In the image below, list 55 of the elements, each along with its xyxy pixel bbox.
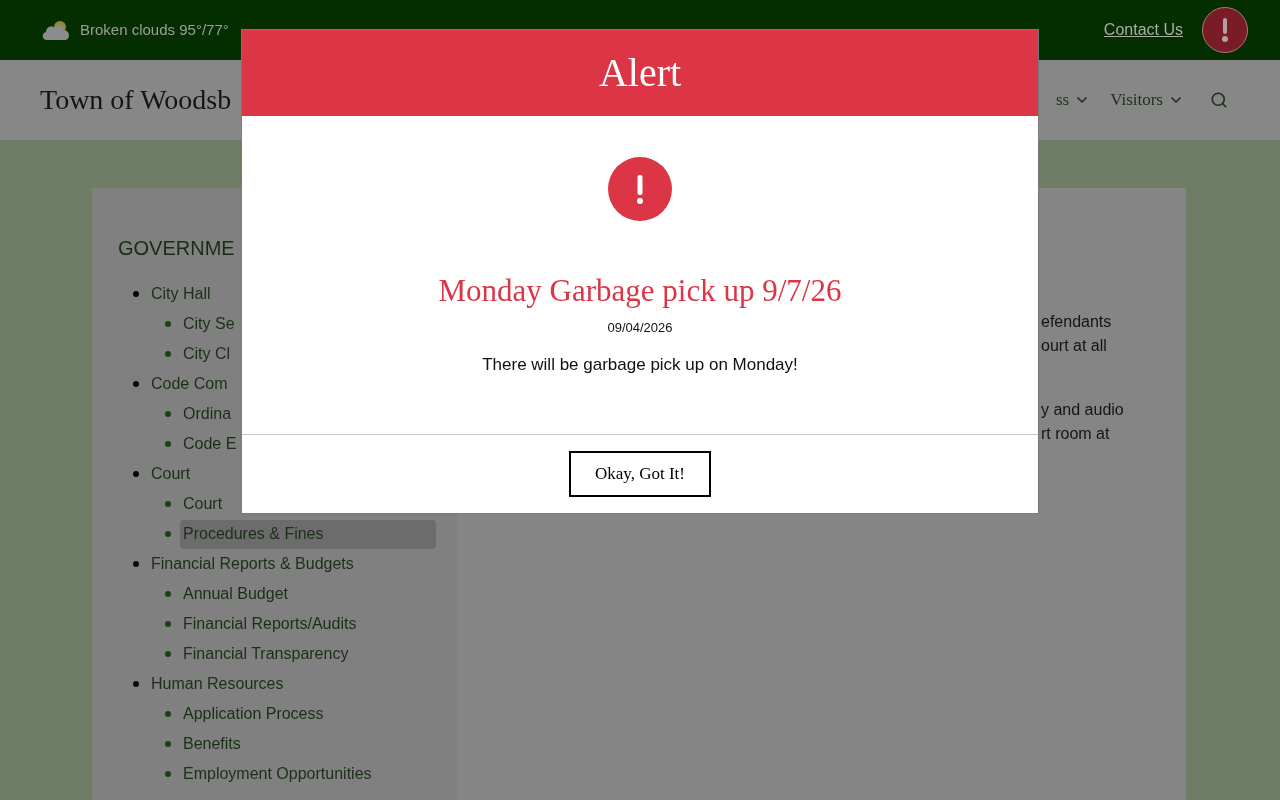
nav-link[interactable]: ss (1055, 87, 1091, 113)
bullet-icon (165, 591, 171, 597)
sidebar-link[interactable]: Code Com (148, 369, 231, 399)
bullet-icon (165, 651, 171, 657)
bullet-icon (165, 501, 171, 507)
bullet-icon (133, 381, 139, 387)
sidebar-link[interactable]: Code E (180, 429, 240, 459)
bullet-icon (165, 771, 171, 777)
exclamation-circle-icon (608, 157, 672, 221)
bullet-icon (165, 621, 171, 627)
search-icon (1210, 91, 1228, 109)
sidebar-link[interactable]: Employment Opportunities (180, 759, 375, 789)
alert-heading: Monday Garbage pick up 9/7/26 (438, 273, 842, 309)
sidebar-link[interactable]: Procedures & Fines (180, 519, 436, 549)
sidebar-link[interactable]: Financial Reports/Audits (180, 609, 360, 639)
paragraph-line: rt room at (1041, 424, 1110, 444)
okay-button[interactable]: Okay, Got It! (569, 451, 711, 497)
sidebar-link[interactable]: Financial Reports & Budgets (148, 549, 357, 579)
weather-text: Broken clouds 95°/77° (80, 20, 229, 40)
sidebar-link[interactable]: City Cl (180, 339, 234, 369)
sidebar-link[interactable]: Court (148, 459, 194, 489)
sidebar-link[interactable]: Financial Transparency (180, 639, 352, 669)
exclamation-icon (1222, 18, 1228, 42)
alert-date: 09/04/2026 (607, 319, 673, 337)
bullet-icon (133, 471, 139, 477)
bullet-icon (133, 561, 139, 567)
paragraph-line: ourt at all (1041, 336, 1107, 356)
paragraph-line: y and audio (1041, 400, 1124, 420)
sidebar-link[interactable]: City Hall (148, 279, 214, 309)
sidebar-link[interactable]: Ordina (180, 399, 235, 429)
bullet-icon (165, 741, 171, 747)
bullet-icon (165, 441, 171, 447)
alert-button[interactable] (1202, 7, 1248, 53)
sidebar-link[interactable]: City Se (180, 309, 238, 339)
bullet-icon (133, 291, 139, 297)
sidebar-link[interactable]: Application Process (180, 699, 327, 729)
bullet-icon (165, 531, 171, 537)
bullet-icon (165, 321, 171, 327)
search-button[interactable] (1210, 91, 1228, 109)
site-title: Town of Woodsb (40, 83, 232, 117)
bullet-icon (165, 411, 171, 417)
sidebar-heading: GOVERNME (118, 236, 235, 261)
bullet-icon (165, 351, 171, 357)
sidebar-link[interactable]: Benefits (180, 729, 244, 759)
sidebar-link[interactable]: Annual Budget (180, 579, 291, 609)
bullet-icon (165, 711, 171, 717)
alert-message: There will be garbage pick up on Monday! (482, 354, 798, 376)
contact-link[interactable]: Contact Us (1103, 20, 1183, 40)
nav-link[interactable]: Visitors (1110, 87, 1184, 113)
sidebar-link[interactable]: Human Resources (148, 669, 287, 699)
sidebar-link[interactable]: Court (180, 489, 226, 519)
cloud-sun-icon (40, 19, 72, 41)
paragraph-line: efendants (1041, 312, 1112, 332)
bullet-icon (133, 681, 139, 687)
dialog-title: Alert (598, 49, 682, 97)
